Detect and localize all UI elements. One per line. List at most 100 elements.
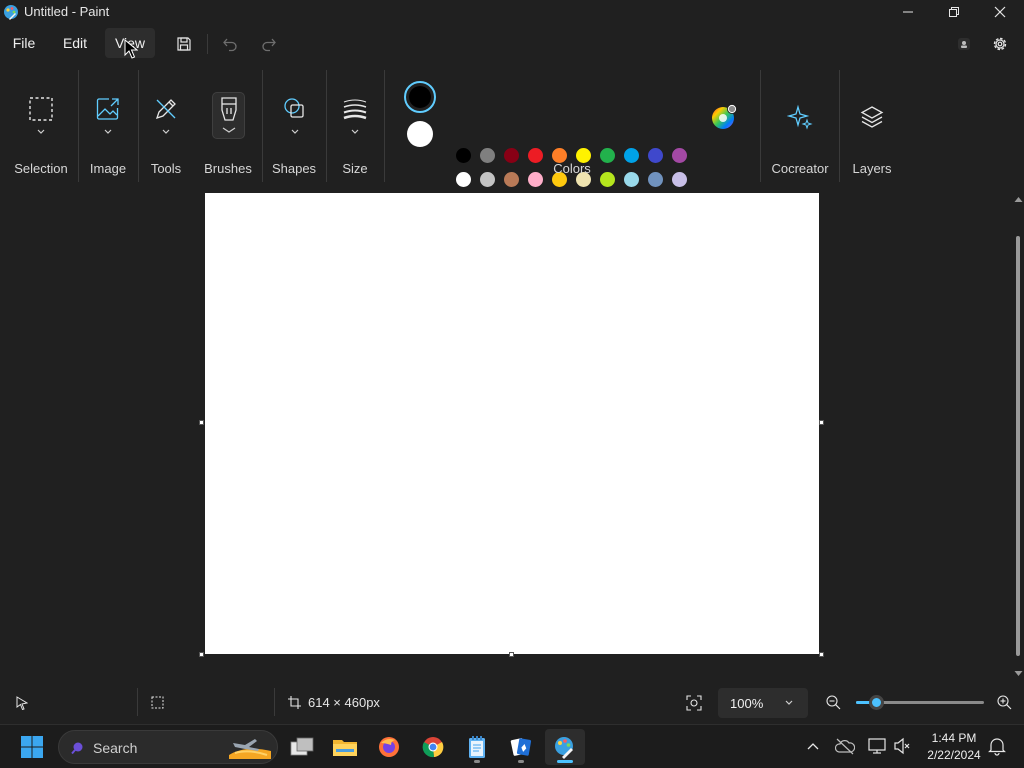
- chevron-down-icon[interactable]: [350, 128, 360, 136]
- palette-color-swatch[interactable]: [648, 148, 663, 163]
- chevron-up-icon[interactable]: [806, 740, 820, 752]
- scroll-down-arrow-icon[interactable]: [1014, 670, 1023, 677]
- notification-bell-icon[interactable]: [988, 736, 1006, 756]
- chevron-down-icon[interactable]: [161, 128, 171, 136]
- group-label-image: Image: [89, 161, 127, 176]
- notepad-icon: [469, 736, 485, 758]
- redo-button[interactable]: [257, 32, 281, 56]
- group-label-brushes: Brushes: [204, 161, 252, 176]
- search-highlight-illustration-icon: [229, 739, 271, 759]
- canvas-size-text: 614 × 460px: [308, 695, 380, 710]
- brushes-button[interactable]: [212, 92, 245, 139]
- maximize-button[interactable]: [931, 0, 977, 24]
- group-separator: [326, 70, 327, 182]
- status-separator: [274, 688, 275, 716]
- chevron-down-icon[interactable]: [290, 128, 300, 136]
- scrollbar-thumb[interactable]: [1016, 236, 1020, 656]
- mouse-cursor-icon: [124, 39, 138, 59]
- chrome-icon: [422, 737, 444, 758]
- title-bar: Untitled - Paint: [0, 0, 1024, 24]
- palette-color-swatch[interactable]: [504, 172, 519, 187]
- close-button[interactable]: [977, 0, 1023, 24]
- paint-icon: [555, 737, 573, 759]
- menu-edit[interactable]: Edit: [56, 28, 94, 58]
- search-icon: [71, 742, 83, 755]
- tools-button[interactable]: [151, 94, 181, 124]
- taskbar-file-explorer[interactable]: [325, 729, 365, 765]
- cursor-position-icon: [16, 696, 28, 710]
- taskbar-paint[interactable]: [545, 729, 585, 765]
- layers-icon: [860, 106, 884, 128]
- selection-tool-button[interactable]: [26, 94, 56, 124]
- account-button[interactable]: [952, 32, 976, 56]
- resize-handle-bottom-right[interactable]: [819, 652, 824, 657]
- group-separator: [760, 70, 761, 182]
- resize-handle-right[interactable]: [819, 420, 824, 425]
- vertical-scrollbar[interactable]: [1012, 192, 1024, 680]
- drawing-canvas[interactable]: [205, 193, 819, 654]
- color-wheel-icon: [712, 104, 737, 129]
- zoom-slider[interactable]: [856, 695, 984, 710]
- clock-time: 1:44 PM: [931, 731, 977, 745]
- palette-color-swatch[interactable]: [624, 148, 639, 163]
- onedrive-cloud-icon[interactable]: [835, 737, 855, 755]
- rectangle-select-icon: [29, 97, 53, 121]
- layers-button[interactable]: [857, 102, 887, 132]
- taskbar-solitaire[interactable]: [501, 729, 541, 765]
- palette-color-swatch[interactable]: [456, 148, 471, 163]
- palette-color-swatch[interactable]: [480, 148, 495, 163]
- scroll-up-arrow-icon[interactable]: [1014, 196, 1023, 203]
- selection-size-icon: [151, 696, 164, 709]
- size-button[interactable]: [340, 94, 370, 124]
- clock-date: 2/22/2024: [927, 748, 981, 762]
- palette-color-swatch[interactable]: [480, 172, 495, 187]
- minimize-button[interactable]: [885, 0, 931, 24]
- group-label-colors: Colors: [553, 161, 591, 176]
- fit-to-window-icon[interactable]: [686, 695, 702, 711]
- minimize-icon: [903, 11, 913, 13]
- palette-color-swatch[interactable]: [672, 148, 687, 163]
- gear-icon: [993, 37, 1007, 51]
- image-tool-button[interactable]: [93, 94, 123, 124]
- palette-color-swatch[interactable]: [648, 172, 663, 187]
- chevron-down-icon[interactable]: [103, 128, 113, 136]
- palette-color-swatch[interactable]: [504, 148, 519, 163]
- resize-handle-left[interactable]: [199, 420, 204, 425]
- secondary-color-button[interactable]: [407, 121, 433, 147]
- palette-color-swatch[interactable]: [624, 172, 639, 187]
- palette-color-swatch[interactable]: [672, 172, 687, 187]
- running-indicator: [518, 760, 524, 763]
- palette-color-swatch[interactable]: [456, 172, 471, 187]
- zoom-level-dropdown[interactable]: 100%: [718, 688, 808, 718]
- taskbar-notepad[interactable]: [457, 729, 497, 765]
- search-placeholder: Search: [93, 740, 138, 756]
- undo-button[interactable]: [218, 32, 242, 56]
- edit-colors-button[interactable]: [709, 102, 739, 132]
- ribbon-toolbar: Selection Image Tools Brushes Shapes Siz…: [0, 64, 1024, 211]
- shapes-button[interactable]: [280, 94, 310, 124]
- group-label-size: Size: [342, 161, 368, 176]
- cocreator-button[interactable]: [785, 102, 815, 132]
- taskbar-search-box[interactable]: Search: [58, 730, 278, 764]
- save-button[interactable]: [172, 32, 196, 56]
- resize-handle-bottom-left[interactable]: [199, 652, 204, 657]
- zoom-slider-thumb[interactable]: [869, 695, 884, 710]
- taskbar-clock[interactable]: 1:44 PM 2/22/2024: [922, 730, 986, 764]
- chevron-down-icon[interactable]: [36, 128, 46, 136]
- start-button[interactable]: [12, 729, 52, 765]
- settings-button[interactable]: [988, 32, 1012, 56]
- taskbar-firefox[interactable]: [369, 729, 409, 765]
- resize-handle-bottom[interactable]: [509, 652, 514, 657]
- menu-file[interactable]: File: [6, 28, 42, 58]
- paint-app-icon: [3, 4, 19, 20]
- volume-muted-icon[interactable]: [893, 737, 911, 755]
- taskbar-task-view[interactable]: [282, 729, 322, 765]
- zoom-out-icon[interactable]: [826, 695, 841, 710]
- zoom-in-icon[interactable]: [997, 695, 1012, 710]
- pencil-tools-icon: [155, 99, 176, 120]
- primary-color-button[interactable]: [404, 81, 436, 113]
- status-separator: [137, 688, 138, 716]
- network-icon[interactable]: [867, 737, 887, 755]
- taskbar-chrome[interactable]: [413, 729, 453, 765]
- solitaire-cards-icon: [510, 738, 532, 756]
